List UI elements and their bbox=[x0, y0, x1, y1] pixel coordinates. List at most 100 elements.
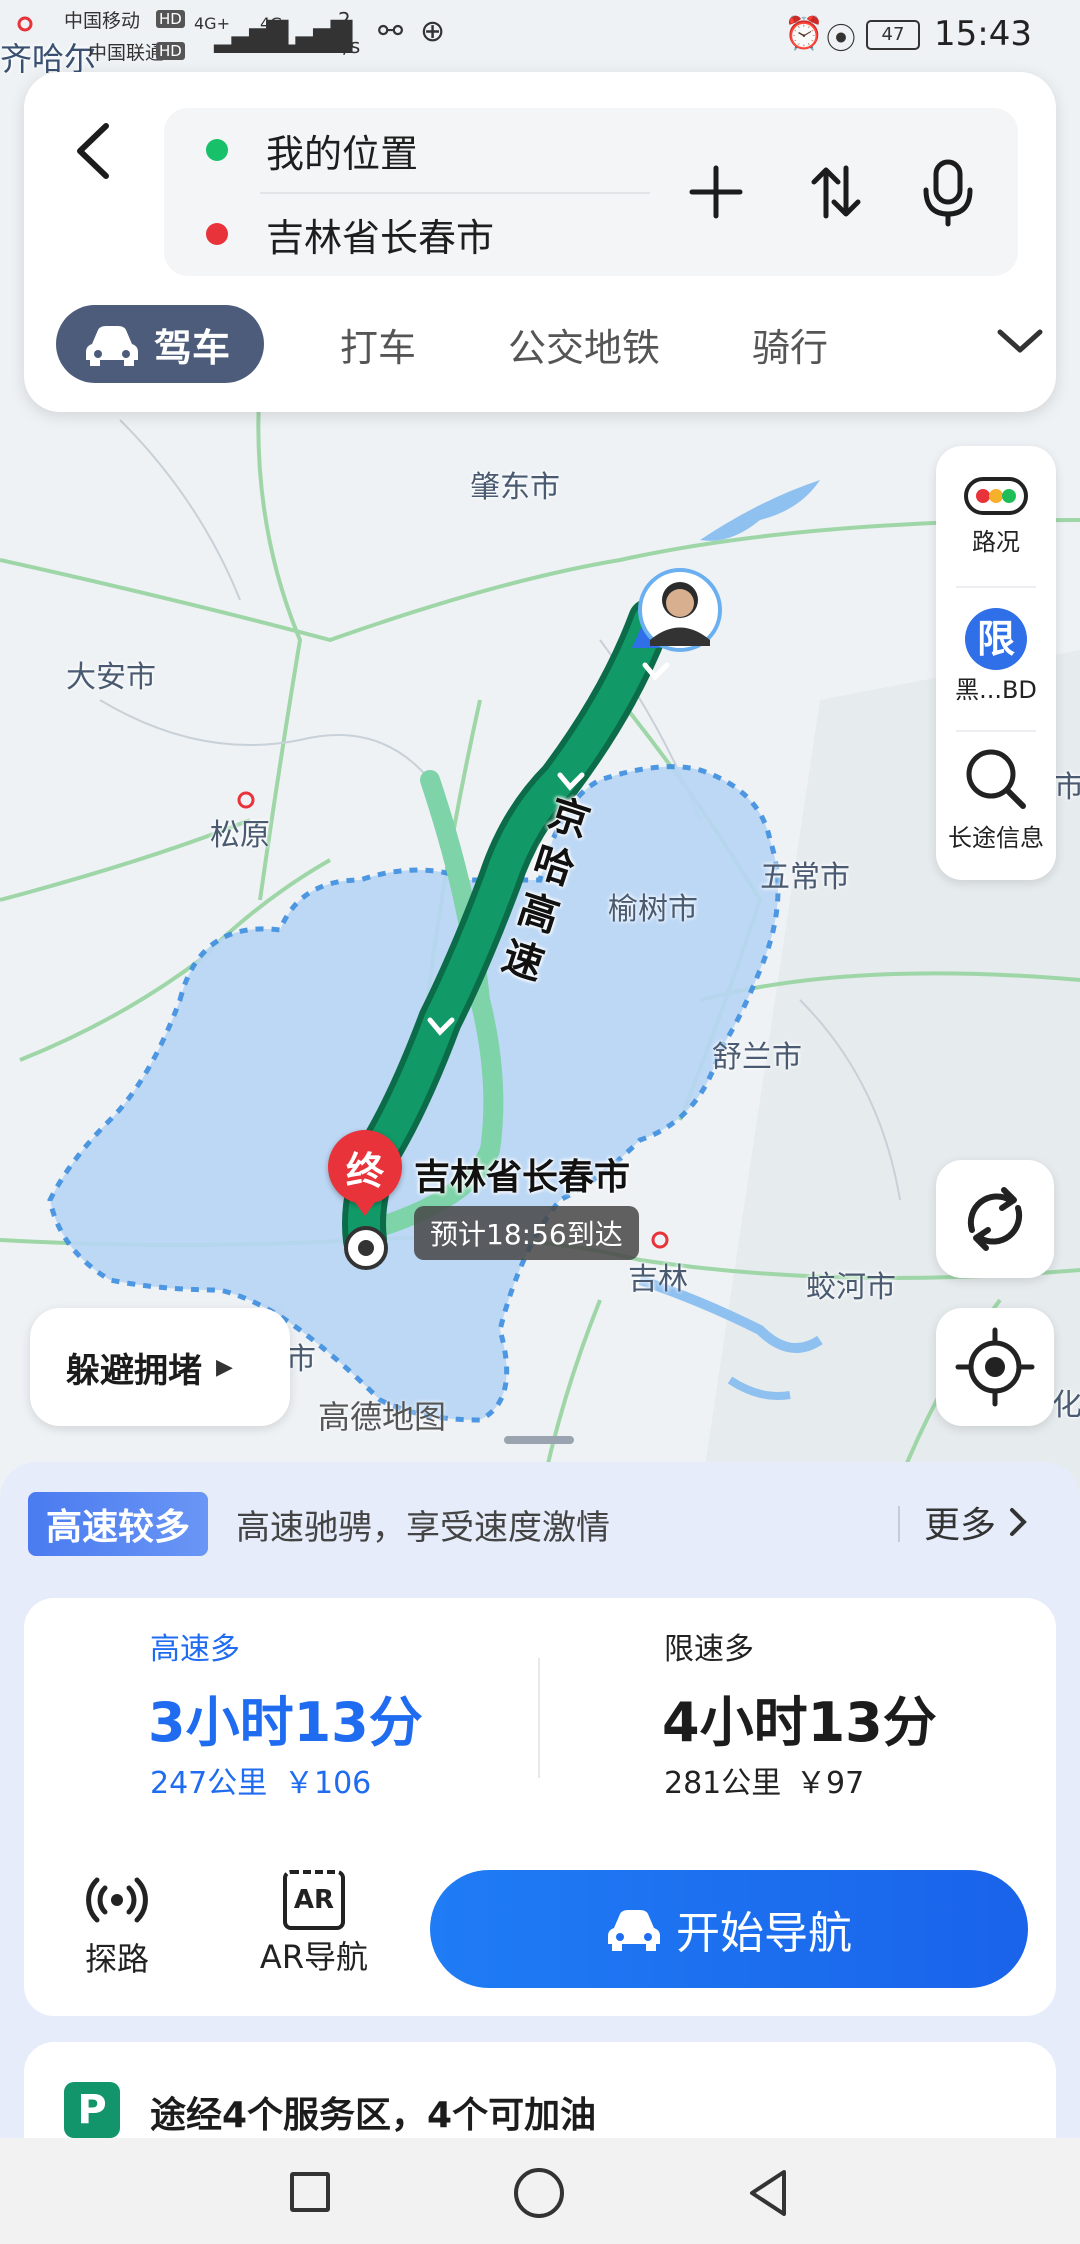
route-option[interactable]: 高速多 3小时13分 247公里 ￥106 bbox=[24, 1598, 540, 1838]
refresh-route-button[interactable] bbox=[936, 1160, 1054, 1278]
traffic-label: 路况 bbox=[972, 528, 1020, 556]
destination-dot-icon bbox=[206, 223, 228, 245]
battery-icon: 47 bbox=[866, 20, 920, 50]
map-label: 吉林 bbox=[628, 1262, 688, 1297]
tab-taxi[interactable]: 打车 bbox=[340, 317, 416, 372]
divider bbox=[956, 586, 1036, 588]
origin-field[interactable]: 我的位置 bbox=[164, 108, 664, 192]
destination-marker-text: 终 bbox=[345, 1148, 384, 1193]
restriction-icon: 限 bbox=[965, 608, 1027, 670]
hd-badge: HD bbox=[156, 42, 185, 60]
destination-text: 吉林省长春市 bbox=[266, 215, 495, 260]
route-options-card: 高速多 3小时13分 247公里 ￥106 限速多 4小时13分 281公里 ￥… bbox=[24, 1598, 1056, 2016]
recent-apps-button[interactable] bbox=[290, 2172, 330, 2212]
map-label: 松原 bbox=[210, 818, 270, 853]
map-label: 市 bbox=[1054, 770, 1080, 805]
back-arrow-icon bbox=[77, 123, 109, 179]
route-time: 3小时13分 bbox=[148, 1691, 423, 1754]
start-navigation-label: 开始导航 bbox=[676, 1908, 852, 1959]
service-area-info: 途经4个服务区，4个可加油 bbox=[150, 2095, 597, 2136]
chevron-right-icon bbox=[1010, 1508, 1027, 1536]
start-navigation-button[interactable]: 开始导航 bbox=[430, 1870, 1028, 1988]
hd-badge: HD bbox=[156, 10, 185, 28]
ar-navigation-button[interactable]: AR AR导航 bbox=[246, 1870, 382, 1990]
route-search-card: 我的位置 吉林省长春市 驾车 打车 公交地铁 骑行 bbox=[24, 72, 1056, 412]
map-tools-panel: 路况 限 黑...BD 长途信息 bbox=[936, 446, 1056, 880]
nfc-icon: ⚯ bbox=[378, 14, 404, 49]
alarm-icon: ⏰ bbox=[784, 14, 824, 52]
more-button[interactable]: 更多 bbox=[924, 1496, 1032, 1548]
back-system-button[interactable] bbox=[744, 2168, 794, 2218]
route-toll: ￥97 bbox=[796, 1766, 865, 1801]
network-speed-unit: K/s bbox=[330, 34, 361, 58]
restriction-button[interactable]: 限 黑...BD bbox=[936, 608, 1056, 705]
route-name: 高速多 bbox=[150, 1632, 240, 1667]
traffic-toggle[interactable]: 路况 bbox=[936, 476, 1056, 557]
route-tag-bar[interactable]: 高速较多 高速驰骋，享受速度激情 更多 bbox=[28, 1480, 1052, 1568]
avoid-congestion-label: 躲避拥堵 bbox=[66, 1350, 202, 1391]
location-icon: ⦿ bbox=[826, 22, 856, 57]
explore-road-button[interactable]: 探路 bbox=[64, 1870, 170, 1990]
back-button[interactable] bbox=[64, 116, 124, 186]
map-label: 蛟河市 bbox=[806, 1270, 896, 1305]
car-icon bbox=[608, 1910, 660, 1951]
origin-text: 我的位置 bbox=[266, 131, 419, 176]
route-distance: 247公里 bbox=[150, 1766, 268, 1801]
eta-bubble: 预计18:56到达 bbox=[414, 1206, 639, 1260]
destination-map-label: 吉林省长春市 bbox=[414, 1157, 631, 1198]
more-label: 更多 bbox=[924, 1505, 997, 1546]
carrier-name: 中国联通 bbox=[88, 42, 165, 64]
more-modes-button[interactable] bbox=[996, 322, 1044, 362]
map-label: 肇东市 bbox=[470, 470, 560, 505]
parking-icon: P bbox=[64, 2082, 120, 2138]
route-option[interactable]: 限速多 4小时13分 281公里 ￥97 bbox=[540, 1598, 1056, 1838]
map-label: 榆树市 bbox=[608, 892, 698, 927]
divider bbox=[956, 730, 1036, 732]
map-label: 化 bbox=[1052, 1388, 1080, 1423]
route-name: 限速多 bbox=[664, 1632, 754, 1667]
battery-level: 47 bbox=[881, 24, 905, 45]
explore-road-label: 探路 bbox=[84, 1940, 149, 1978]
tab-bike[interactable]: 骑行 bbox=[752, 317, 828, 372]
carrier-name: 中国移动 bbox=[64, 10, 141, 32]
destination-field[interactable]: 吉林省长春市 bbox=[164, 192, 664, 276]
tab-transit[interactable]: 公交地铁 bbox=[508, 317, 660, 372]
long-trip-info-button[interactable]: 长途信息 bbox=[936, 746, 1056, 853]
destination-marker-pin bbox=[352, 1198, 378, 1216]
refresh-icon bbox=[967, 1187, 1023, 1251]
chevron-down-icon bbox=[997, 329, 1043, 353]
long-trip-label: 长途信息 bbox=[948, 824, 1044, 852]
traffic-light-icon bbox=[964, 477, 1028, 515]
locate-me-button[interactable] bbox=[936, 1308, 1054, 1426]
broadcast-icon bbox=[86, 1877, 148, 1923]
crosshair-icon bbox=[955, 1327, 1035, 1407]
map-label: 大安市 bbox=[66, 660, 156, 695]
voice-input-button[interactable] bbox=[916, 156, 980, 228]
route-tag: 高速较多 bbox=[28, 1492, 209, 1556]
map-watermark: 高德地图 bbox=[318, 1398, 447, 1436]
tab-drive[interactable]: 驾车 bbox=[56, 305, 265, 383]
network-speed: 2 bbox=[338, 8, 351, 32]
route-sheet: 高速较多 高速驰骋，享受速度激情 更多 高速多 3小时13分 247公里 ￥10… bbox=[0, 1462, 1080, 2244]
origin-dot-icon bbox=[206, 139, 228, 161]
sheet-drag-handle[interactable] bbox=[504, 1436, 574, 1444]
tab-drive-label: 驾车 bbox=[154, 325, 231, 370]
destination-marker[interactable]: 终 bbox=[328, 1130, 402, 1204]
triangle-right-icon: ▶ bbox=[216, 1354, 233, 1380]
map-label: 五常市 bbox=[760, 860, 850, 895]
route-toll: ￥106 bbox=[284, 1766, 372, 1801]
location-service-icon: ⊕ bbox=[420, 14, 446, 49]
transport-mode-tabs: 驾车 打车 公交地铁 骑行 bbox=[56, 304, 1046, 384]
add-waypoint-button[interactable] bbox=[684, 160, 748, 224]
swap-icon bbox=[811, 165, 861, 219]
route-time: 4小时13分 bbox=[662, 1691, 937, 1754]
system-navigation-bar bbox=[0, 2138, 1080, 2244]
search-icon bbox=[966, 749, 1026, 809]
route-inputs: 我的位置 吉林省长春市 bbox=[164, 108, 1018, 276]
avoid-congestion-button[interactable]: 躲避拥堵 ▶ bbox=[30, 1308, 290, 1426]
home-button[interactable] bbox=[514, 2168, 564, 2218]
map-label: 舒兰市 bbox=[712, 1040, 802, 1075]
ar-navigation-label: AR导航 bbox=[259, 1938, 369, 1976]
map-label: 市 bbox=[286, 1342, 316, 1377]
swap-route-button[interactable] bbox=[804, 160, 868, 224]
